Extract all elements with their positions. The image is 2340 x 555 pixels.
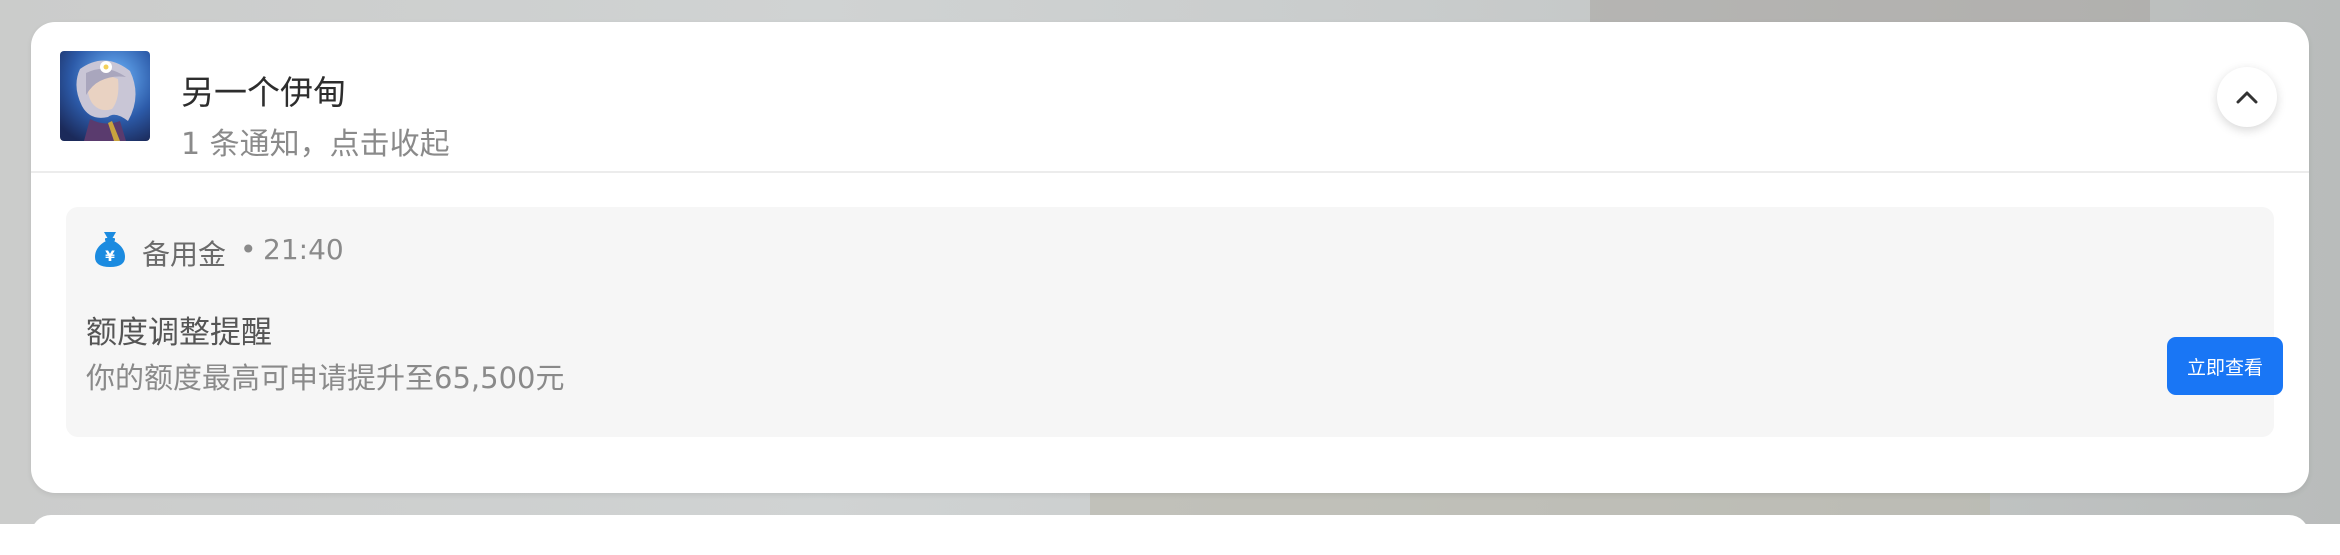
notification-source: 备用金 (142, 238, 227, 271)
separator-dot: • (240, 233, 257, 266)
money-bag-yuan-icon: ¥ (92, 229, 128, 269)
svg-text:¥: ¥ (105, 249, 115, 265)
view-now-button[interactable]: 立即查看 (2167, 337, 2283, 395)
group-subtitle[interactable]: 1 条通知，点击收起 (181, 119, 450, 163)
notification-item[interactable]: ¥ 备用金 • 21:40 额度调整提醒 你的额度最高可申请提升至65,500元… (66, 207, 2283, 437)
app-icon (60, 51, 150, 141)
notification-body: 你的额度最高可申请提升至65,500元 (86, 361, 565, 395)
notification-group-card[interactable]: 另一个伊甸 1 条通知，点击收起 ¥ 备用金 • 21:40 额度调整提醒 你的… (31, 22, 2309, 493)
notification-group-header[interactable]: 另一个伊甸 1 条通知，点击收起 (31, 22, 2309, 173)
next-notification-card[interactable] (31, 515, 2309, 555)
notification-time: 21:40 (263, 233, 344, 266)
game-character-avatar-icon (60, 51, 150, 141)
chevron-up-icon (2236, 91, 2258, 104)
app-name: 另一个伊甸 (181, 73, 346, 112)
collapse-button[interactable] (2217, 67, 2277, 127)
notification-title: 额度调整提醒 (86, 315, 272, 351)
